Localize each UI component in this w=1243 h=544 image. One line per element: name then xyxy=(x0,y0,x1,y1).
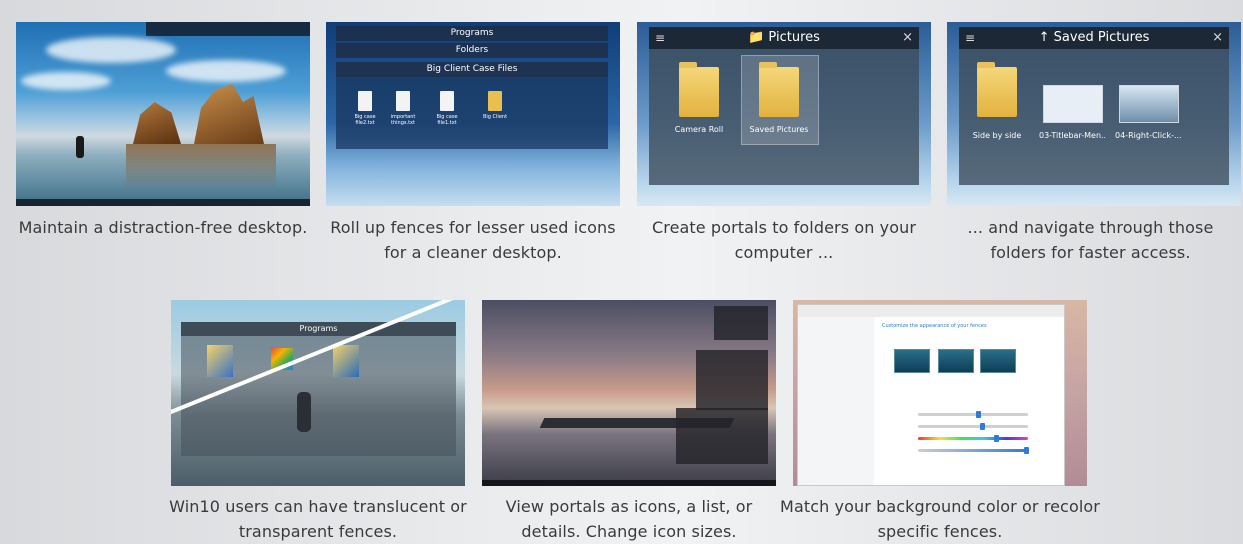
portal-titlebar[interactable]: 📁 Pictures xyxy=(649,27,919,49)
folder-icon[interactable] xyxy=(759,62,799,117)
icon-view-portal[interactable] xyxy=(714,306,768,340)
image-thumbnail[interactable] xyxy=(1119,85,1179,123)
image-thumbnail[interactable] xyxy=(1043,85,1103,123)
file-label: important things.txt xyxy=(390,114,416,126)
fence-titlebar-big-client[interactable]: Big Client Case Files xyxy=(336,62,608,77)
slider-knob[interactable] xyxy=(976,411,981,418)
folder-icon: 📁 xyxy=(748,30,765,45)
feature-caption: View portals as icons, a list, or detail… xyxy=(505,497,753,541)
text-file-icon[interactable] xyxy=(358,91,372,111)
saturation-slider[interactable] xyxy=(918,449,1028,452)
feature-caption: Roll up fences for lesser used icons for… xyxy=(330,218,616,262)
fence-titlebar-folders[interactable]: Folders xyxy=(336,43,608,58)
folder-label: Big Client xyxy=(482,114,508,120)
folder-icon[interactable] xyxy=(977,62,1017,117)
menu-icon[interactable]: ≡ xyxy=(965,27,975,49)
preview-thumbnail[interactable] xyxy=(980,349,1016,373)
up-arrow-icon[interactable]: ↑ xyxy=(1039,30,1050,45)
feature-caption: Create portals to folders on your comput… xyxy=(651,218,917,262)
rock-arch xyxy=(194,84,264,144)
portal-title: Saved Pictures xyxy=(1053,30,1150,45)
folder-icon[interactable] xyxy=(488,91,502,111)
cloud xyxy=(21,72,111,90)
file-label: 04-Right-Click-... xyxy=(1115,131,1181,140)
translucent-screenshot[interactable]: Programs xyxy=(171,300,465,486)
text-file-icon[interactable] xyxy=(396,91,410,111)
feature-caption: Match your background color or recolor s… xyxy=(780,497,1100,541)
cloud xyxy=(166,60,286,82)
feature-caption: Win10 users can have translucent or tran… xyxy=(169,497,467,541)
folder-label: Camera Roll xyxy=(674,125,724,134)
portal-title: Pictures xyxy=(768,30,820,45)
settings-heading: Customize the appearance of your fences xyxy=(882,323,987,329)
file-label: Big case file1.txt xyxy=(436,114,458,126)
runner-silhouette xyxy=(76,136,84,158)
desktop-fence-strip xyxy=(146,22,310,36)
navigate-screenshot[interactable]: ↑ Saved Pictures ≡ × Side by side 03-Tit… xyxy=(947,22,1241,206)
app-icon[interactable] xyxy=(207,345,233,377)
taskbar xyxy=(16,199,310,206)
portal-window: 📁 Pictures ≡ × Camera Roll Saved Picture… xyxy=(649,27,919,185)
fence-body: Big case file2.txt important things.txt … xyxy=(336,77,608,149)
portal-titlebar[interactable]: ↑ Saved Pictures xyxy=(959,27,1229,49)
runner-silhouette xyxy=(297,392,311,432)
portal-window: ↑ Saved Pictures ≡ × Side by side 03-Tit… xyxy=(959,27,1229,185)
list-view-portal[interactable] xyxy=(696,350,768,410)
close-icon[interactable]: × xyxy=(902,27,913,49)
preview-thumbnail[interactable] xyxy=(894,349,930,373)
dialog-titlebar[interactable] xyxy=(798,305,1064,317)
slider-knob[interactable] xyxy=(980,423,985,430)
color-intensity-slider[interactable] xyxy=(918,425,1028,428)
close-icon[interactable]: × xyxy=(1212,27,1223,49)
rock-formation xyxy=(133,102,181,144)
cloud xyxy=(46,37,176,63)
slider-knob[interactable] xyxy=(1024,447,1029,454)
fence-titlebar[interactable]: Programs xyxy=(181,322,456,336)
color-settings-screenshot[interactable]: Customize the appearance of your fences xyxy=(793,300,1087,486)
transparency-slider[interactable] xyxy=(918,413,1028,416)
tint-slider[interactable] xyxy=(918,437,1028,440)
views-screenshot[interactable] xyxy=(482,300,776,486)
fence-titlebar-programs[interactable]: Programs xyxy=(336,26,608,41)
slider-knob[interactable] xyxy=(994,435,999,442)
text-file-icon[interactable] xyxy=(440,91,454,111)
settings-sidebar xyxy=(798,317,874,485)
feature-caption: ... and navigate through those folders f… xyxy=(967,218,1214,262)
folder-icon[interactable] xyxy=(679,62,719,117)
app-icon[interactable] xyxy=(333,345,359,377)
file-label: 03-Titlebar-Men... xyxy=(1039,131,1105,140)
feature-caption: Maintain a distraction-free desktop. xyxy=(18,218,308,237)
preview-thumbnail[interactable] xyxy=(938,349,974,373)
portal-screenshot[interactable]: 📁 Pictures ≡ × Camera Roll Saved Picture… xyxy=(637,22,931,206)
folder-label: Side by side xyxy=(972,131,1022,140)
file-label: Big case file2.txt xyxy=(354,114,376,126)
desktop-screenshot[interactable] xyxy=(16,22,310,206)
folder-label: Saved Pictures xyxy=(749,125,809,134)
large-icon-portal[interactable] xyxy=(676,408,768,464)
water-reflection xyxy=(126,144,276,189)
rollup-screenshot[interactable]: Programs Folders Big Client Case Files B… xyxy=(326,22,620,206)
menu-icon[interactable]: ≡ xyxy=(655,27,665,49)
settings-dialog: Customize the appearance of your fences xyxy=(797,304,1065,486)
taskbar xyxy=(482,480,776,486)
